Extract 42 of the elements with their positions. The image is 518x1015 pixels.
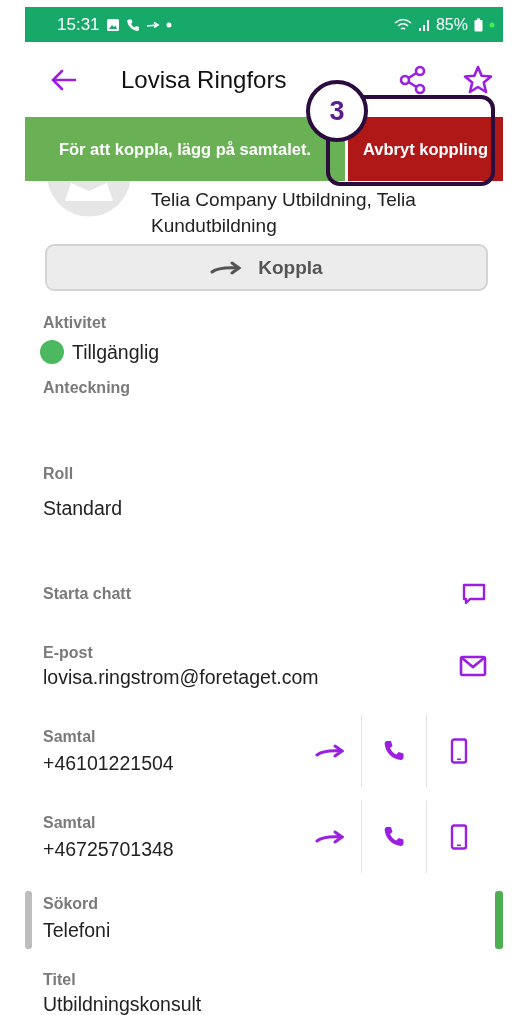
- status-time: 15:31: [57, 14, 100, 35]
- field-value: Telefoni: [43, 918, 112, 942]
- arrow-icon[interactable]: [314, 828, 344, 846]
- contact-name: Lovisa Ringfors: [121, 65, 288, 94]
- mobile-phone-icon[interactable]: [450, 824, 468, 850]
- scroll-edge-handle[interactable]: [25, 891, 32, 949]
- field-label: Aktivitet: [43, 314, 108, 332]
- field-label: Samtal: [43, 727, 97, 746]
- battery-icon: [474, 17, 483, 32]
- dot-icon: [489, 21, 495, 28]
- cancel-transfer-button[interactable]: Avbryt koppling: [348, 117, 503, 181]
- field-label: Titel: [43, 971, 77, 989]
- field-value: Utbildningskonsult: [43, 993, 203, 1015]
- share-icon[interactable]: [399, 64, 427, 95]
- chat-icon[interactable]: [461, 581, 487, 607]
- organization-name: Telia Company Utbildning, Telia Kundutbildning: [151, 188, 417, 238]
- mail-icon[interactable]: [459, 654, 487, 678]
- phone-number: +46725701348: [43, 837, 175, 861]
- mobile-phone-icon[interactable]: [450, 738, 468, 764]
- phone-icon[interactable]: [382, 825, 406, 849]
- arrow-icon[interactable]: [314, 742, 344, 760]
- field-value: Standard: [43, 497, 124, 520]
- phone-icon[interactable]: [382, 739, 406, 763]
- scroll-edge-handle[interactable]: [495, 891, 503, 949]
- field-label: Starta chatt: [43, 585, 133, 603]
- battery-percent: 85%: [435, 15, 468, 34]
- status-text: Tillgänglig: [72, 340, 160, 364]
- star-icon[interactable]: [463, 64, 493, 95]
- phone-icon: [125, 17, 140, 32]
- field-label: Samtal: [43, 813, 97, 832]
- field-label: Roll: [43, 465, 75, 483]
- transfer-button[interactable]: Koppla: [45, 244, 488, 291]
- wifi-icon: [393, 17, 412, 32]
- image-icon: [105, 17, 120, 32]
- dot-icon: [165, 21, 172, 28]
- field-label: E-post: [43, 643, 94, 662]
- phone-number: +46101221504: [43, 751, 175, 775]
- field-label: Anteckning: [43, 379, 132, 397]
- email-address: lovisa.ringstrom@foretaget.com: [43, 665, 320, 689]
- field-label: Sökord: [43, 894, 100, 913]
- signal-icon: [417, 17, 430, 32]
- back-icon[interactable]: [51, 68, 77, 91]
